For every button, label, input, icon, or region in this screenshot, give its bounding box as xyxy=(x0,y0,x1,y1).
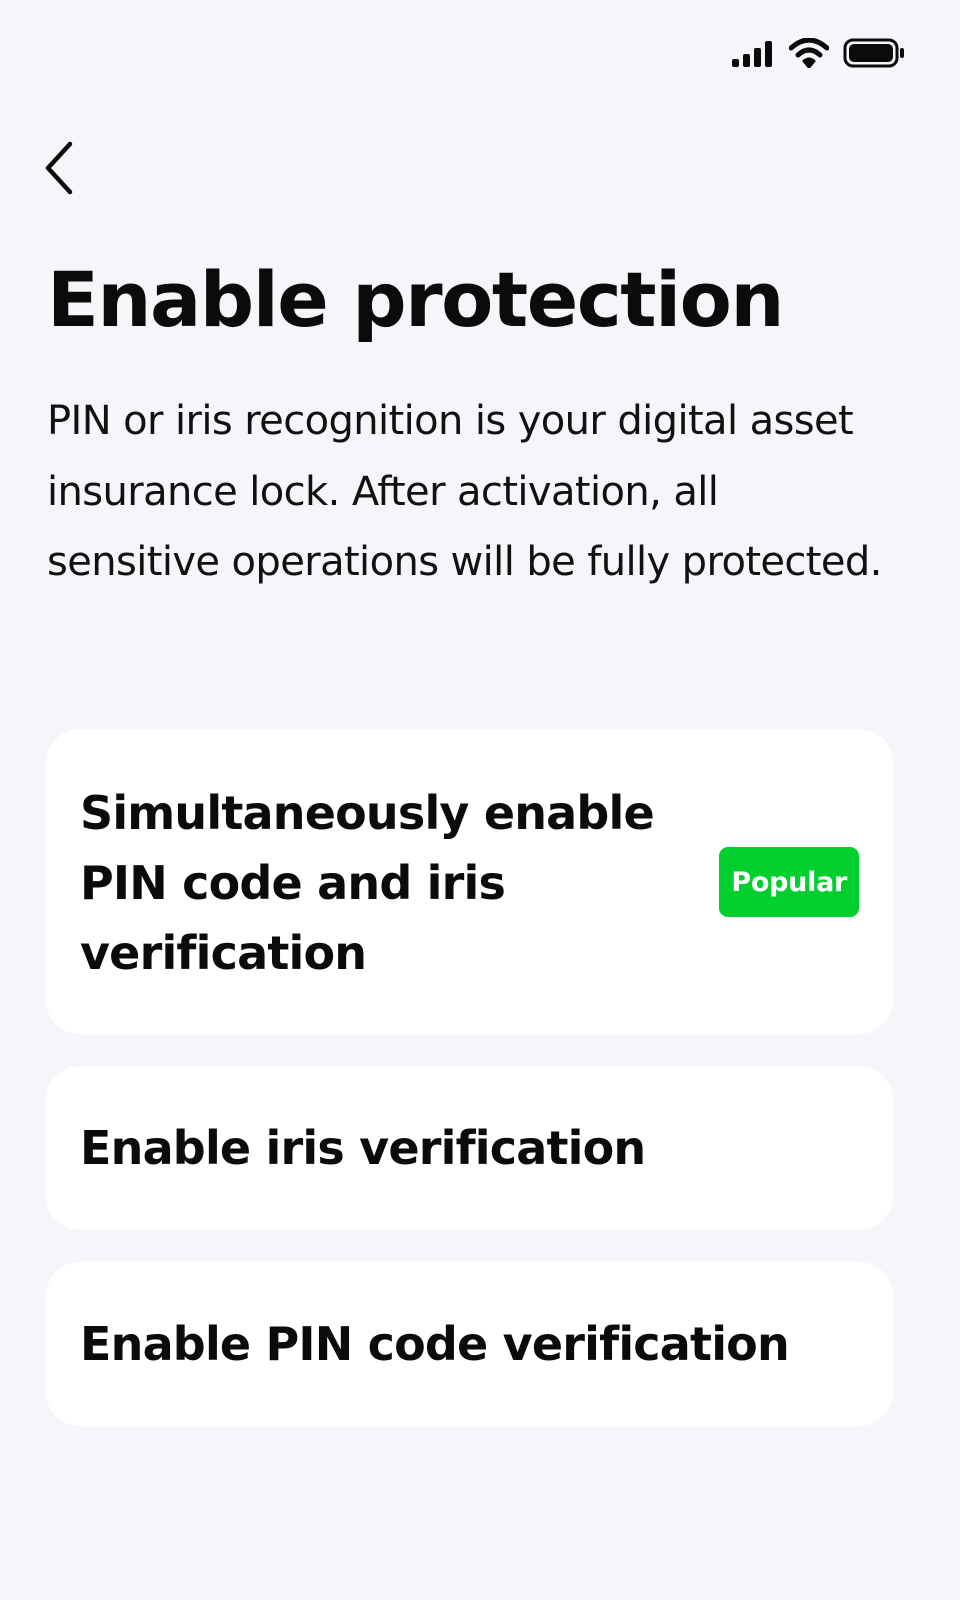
option-label: Simultaneously enable PIN code and iris … xyxy=(80,786,655,980)
page-description: PIN or iris recognition is your digital … xyxy=(47,398,882,585)
status-bar xyxy=(731,38,905,68)
battery-icon xyxy=(843,38,905,68)
page-title: Enable protection xyxy=(47,255,784,344)
option-label: Enable PIN code verification xyxy=(80,1317,790,1371)
option-enable-pin-and-iris[interactable]: Simultaneously enable PIN code and iris … xyxy=(46,729,893,1034)
wifi-icon xyxy=(789,38,829,68)
cellular-signal-icon xyxy=(731,39,775,67)
option-enable-pin[interactable]: Enable PIN code verification xyxy=(46,1262,893,1426)
option-label: Enable iris verification xyxy=(80,1121,646,1175)
chevron-left-icon xyxy=(44,141,74,199)
option-enable-iris[interactable]: Enable iris verification xyxy=(46,1066,893,1230)
back-button[interactable] xyxy=(44,138,92,202)
popular-badge: Popular xyxy=(719,847,859,917)
